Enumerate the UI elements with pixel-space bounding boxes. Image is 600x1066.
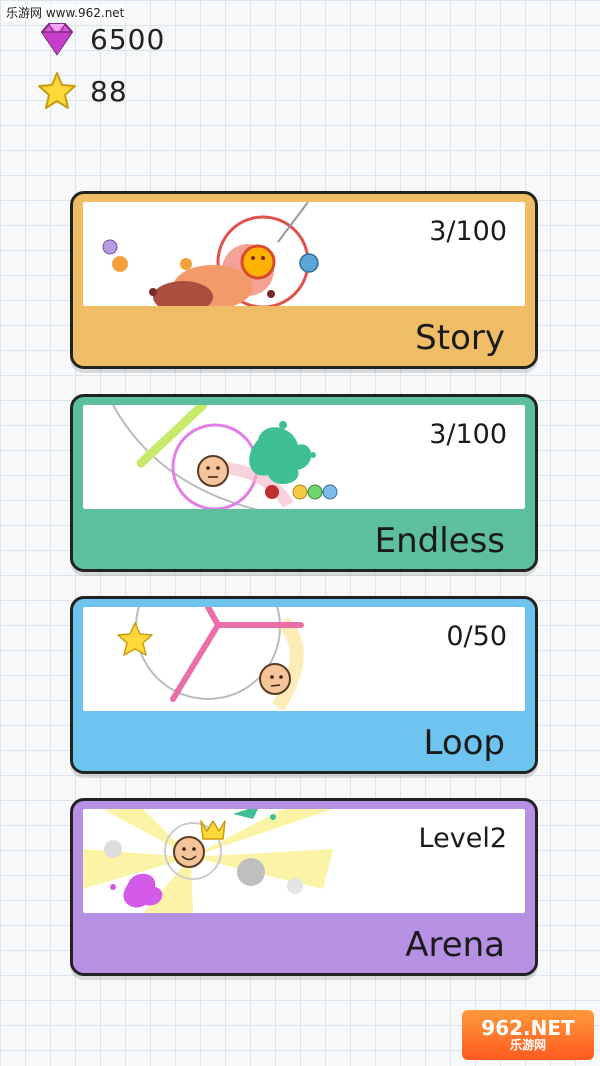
watermark-logo-line2: 乐游网: [509, 1038, 546, 1052]
mode-card-arena[interactable]: Level2 Arena: [70, 798, 538, 976]
endless-progress: 3/100: [429, 419, 507, 450]
stars-value: 88: [90, 74, 128, 108]
gems-counter: 6500: [36, 18, 165, 60]
watermark-logo-line1: 962.NET: [481, 1016, 575, 1040]
stars-counter: 88: [36, 70, 128, 112]
loop-progress: 0/50: [446, 621, 507, 652]
loop-label: Loop: [423, 723, 505, 763]
star-icon: [38, 72, 76, 109]
story-label: Story: [415, 318, 505, 358]
watermark-logo: 962.NET 乐游网: [462, 1010, 594, 1060]
arena-progress: Level2: [418, 823, 507, 854]
gem-icon: [40, 23, 74, 56]
mode-card-loop[interactable]: 0/50 Loop: [70, 596, 538, 774]
story-progress: 3/100: [429, 216, 507, 247]
gems-value: 6500: [90, 22, 166, 56]
endless-label: Endless: [374, 521, 505, 561]
mode-card-story[interactable]: 3/100 Story: [70, 191, 538, 369]
mode-card-endless[interactable]: 3/100 Endless: [70, 394, 538, 572]
arena-label: Arena: [405, 925, 505, 965]
